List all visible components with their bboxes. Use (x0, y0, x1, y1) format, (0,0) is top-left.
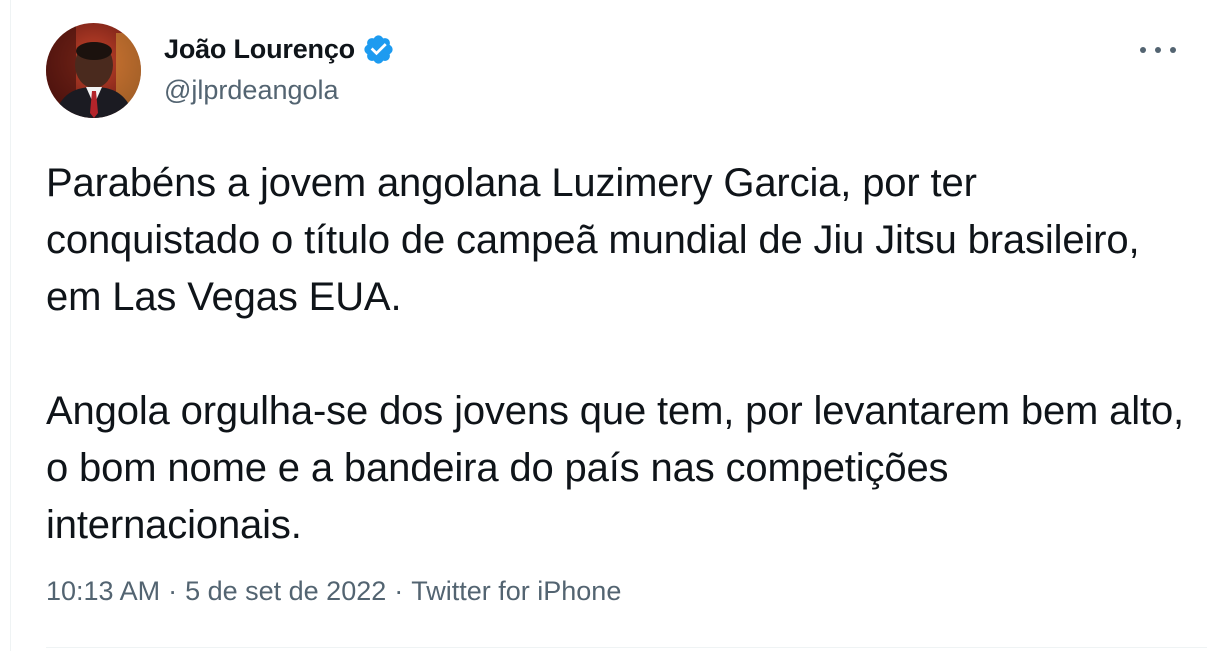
avatar[interactable] (46, 23, 141, 118)
separator: · (394, 576, 404, 606)
author-display-name[interactable]: João Lourenço (164, 34, 355, 65)
verified-badge-icon (364, 34, 393, 64)
tweet-paragraph-1: Parabéns a jovem angolana Luzimery Garci… (46, 161, 1140, 319)
tweet-source[interactable]: Twitter for iPhone (411, 576, 621, 606)
more-options-icon[interactable] (1140, 40, 1176, 60)
separator: · (168, 576, 178, 606)
profile-photo-icon (46, 23, 141, 118)
author-handle[interactable]: @jlprdeangola (164, 75, 339, 106)
dot (1155, 47, 1161, 53)
tweet-date[interactable]: 5 de set de 2022 (185, 576, 386, 606)
tweet-time[interactable]: 10:13 AM (46, 576, 160, 606)
author-name-row[interactable]: João Lourenço (164, 32, 395, 66)
bottom-divider (46, 647, 1207, 648)
tweet-paragraph-2: Angola orgulha-se dos jovens que tem, po… (46, 389, 1185, 547)
tweet-metadata: 10:13 AM · 5 de set de 2022 · Twitter for iP… (46, 576, 621, 607)
left-divider (10, 0, 11, 651)
dot (1170, 47, 1176, 53)
tweet-text: Parabéns a jovem angolana Luzimery Garci… (46, 155, 1186, 554)
dot (1140, 47, 1146, 53)
tweet-card: João Lourenço @jlprdeangola Parabéns a j… (0, 0, 1207, 651)
